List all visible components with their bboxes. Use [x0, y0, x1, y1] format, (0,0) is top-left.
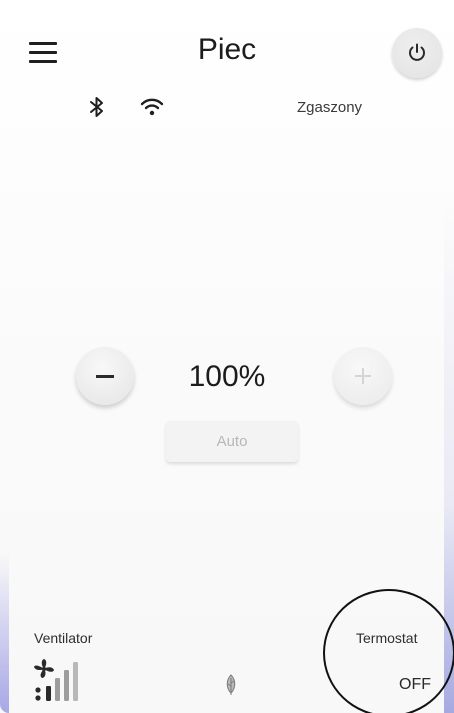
page-title: Piec: [197, 33, 257, 66]
bluetooth-icon: [90, 97, 103, 117]
increase-button[interactable]: [334, 347, 392, 405]
left-edge-accent: [0, 553, 9, 713]
ventilator-label: Ventilator: [34, 630, 93, 646]
fan-signal-icon[interactable]: [32, 656, 92, 702]
annotation-circle: [323, 589, 454, 713]
plus-icon: [362, 368, 364, 384]
app-screen: Piec Zgaszony 100% Auto Ventilator Termo…: [0, 0, 454, 713]
leaf-icon: [226, 674, 236, 695]
wifi-icon: [140, 98, 164, 116]
auto-button[interactable]: Auto: [166, 421, 298, 462]
power-icon: [409, 43, 425, 61]
power-button[interactable]: [392, 28, 442, 78]
status-text: Zgaszony: [297, 99, 363, 116]
